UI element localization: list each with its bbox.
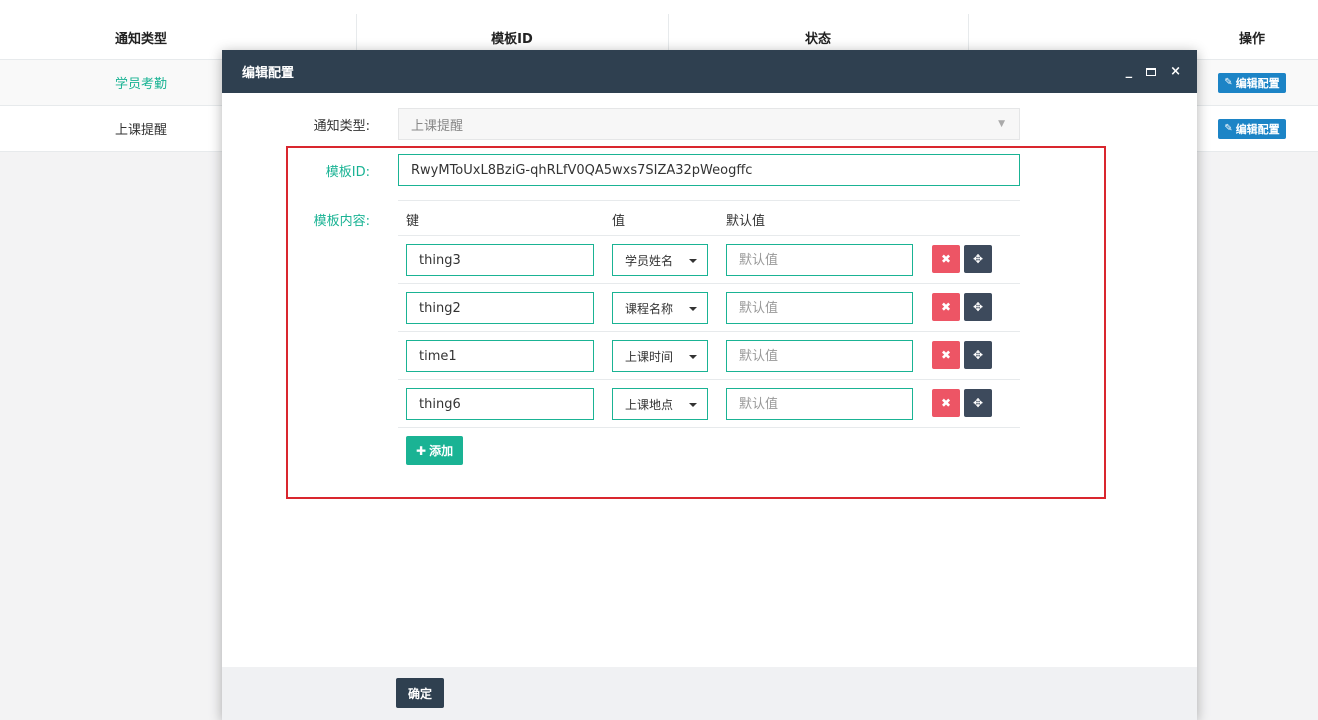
close-icon: ✖ (940, 300, 952, 314)
row-operation-cell: ✎ 编辑配置 (1186, 60, 1318, 105)
edit-config-label: 编辑配置 (1235, 122, 1280, 136)
window-controls: _ × (1126, 50, 1181, 93)
minimize-icon[interactable]: _ (1126, 64, 1133, 79)
close-icon: ✖ (940, 348, 952, 362)
confirm-button[interactable]: 确定 (396, 678, 445, 708)
row-operation-cell: ✎ 编辑配置 (1186, 106, 1318, 151)
modal-header: 编辑配置 _ × (222, 50, 1197, 93)
edit-icon: ✎ (1224, 77, 1233, 88)
add-row-label: 添加 (429, 444, 454, 458)
delete-row-button[interactable]: ✖ (932, 341, 960, 369)
edit-config-button[interactable]: ✎ 编辑配置 (1218, 72, 1286, 93)
notice-type-value: 上课提醒 (411, 118, 464, 134)
delete-row-button[interactable]: ✖ (932, 293, 960, 321)
value-select-text: 上课地点 (625, 397, 674, 412)
kv-table-header: 键 值 默认值 (398, 200, 1020, 236)
move-icon: ✥ (972, 300, 984, 314)
edit-config-modal: 编辑配置 _ × 通知类型: 上课提醒 ▼ 模板ID: 模板内容: 键 值 默认… (222, 50, 1197, 720)
default-value-input[interactable] (726, 388, 913, 420)
notice-type-label: 通知类型: (313, 118, 370, 134)
move-row-button[interactable]: ✥ (964, 245, 992, 273)
caret-down-icon (689, 307, 697, 311)
close-icon: ✖ (940, 252, 952, 266)
plus-icon: ✚ (416, 443, 427, 458)
header-operation: 操作 (1238, 31, 1265, 47)
delete-row-button[interactable]: ✖ (932, 389, 960, 417)
close-icon: ✖ (940, 396, 952, 410)
key-input[interactable] (406, 244, 594, 276)
edit-config-button[interactable]: ✎ 编辑配置 (1218, 118, 1286, 139)
value-select-text: 学员姓名 (625, 253, 674, 268)
move-icon: ✥ (972, 252, 984, 266)
value-select[interactable]: 学员姓名 (612, 244, 708, 276)
maximize-icon[interactable] (1146, 67, 1157, 76)
value-select[interactable]: 课程名称 (612, 292, 708, 324)
key-input[interactable] (406, 340, 594, 372)
template-id-label: 模板ID: (325, 164, 370, 180)
default-value-input[interactable] (726, 292, 913, 324)
value-select[interactable]: 上课地点 (612, 388, 708, 420)
kv-row: 课程名称 ✖ ✥ (398, 284, 1020, 332)
caret-down-icon (689, 355, 697, 359)
template-id-row: 模板ID: (222, 154, 1197, 186)
move-row-button[interactable]: ✥ (964, 389, 992, 417)
value-select-text: 课程名称 (625, 301, 674, 316)
kv-row: 上课时间 ✖ ✥ (398, 332, 1020, 380)
template-content-label: 模板内容: (313, 214, 370, 229)
move-icon: ✥ (972, 348, 984, 362)
key-input[interactable] (406, 292, 594, 324)
col-key: 键 (406, 214, 420, 229)
move-row-button[interactable]: ✥ (964, 341, 992, 369)
notice-type-row: 通知类型: 上课提醒 ▼ (222, 108, 1197, 140)
key-input[interactable] (406, 388, 594, 420)
value-select[interactable]: 上课时间 (612, 340, 708, 372)
value-select-text: 上课时间 (625, 349, 674, 364)
caret-down-icon (689, 403, 697, 407)
col-value: 值 (612, 214, 626, 229)
modal-footer: 确定 (222, 667, 1197, 720)
caret-down-icon (689, 259, 697, 263)
default-value-input[interactable] (726, 340, 913, 372)
default-value-input[interactable] (726, 244, 913, 276)
caret-down-icon: ▼ (998, 119, 1005, 129)
move-icon: ✥ (972, 396, 984, 410)
kv-row: 上课地点 ✖ ✥ (398, 380, 1020, 428)
edit-config-label: 编辑配置 (1235, 76, 1280, 90)
move-row-button[interactable]: ✥ (964, 293, 992, 321)
delete-row-button[interactable]: ✖ (932, 245, 960, 273)
template-id-input[interactable] (398, 154, 1020, 186)
close-icon[interactable]: × (1170, 64, 1181, 79)
edit-icon: ✎ (1224, 123, 1233, 134)
col-default: 默认值 (726, 214, 766, 229)
add-row-button[interactable]: ✚ 添加 (406, 436, 464, 465)
notice-type-select[interactable]: 上课提醒 ▼ (398, 108, 1020, 140)
kv-row: 学员姓名 ✖ ✥ (398, 236, 1020, 284)
modal-title: 编辑配置 (242, 66, 295, 81)
